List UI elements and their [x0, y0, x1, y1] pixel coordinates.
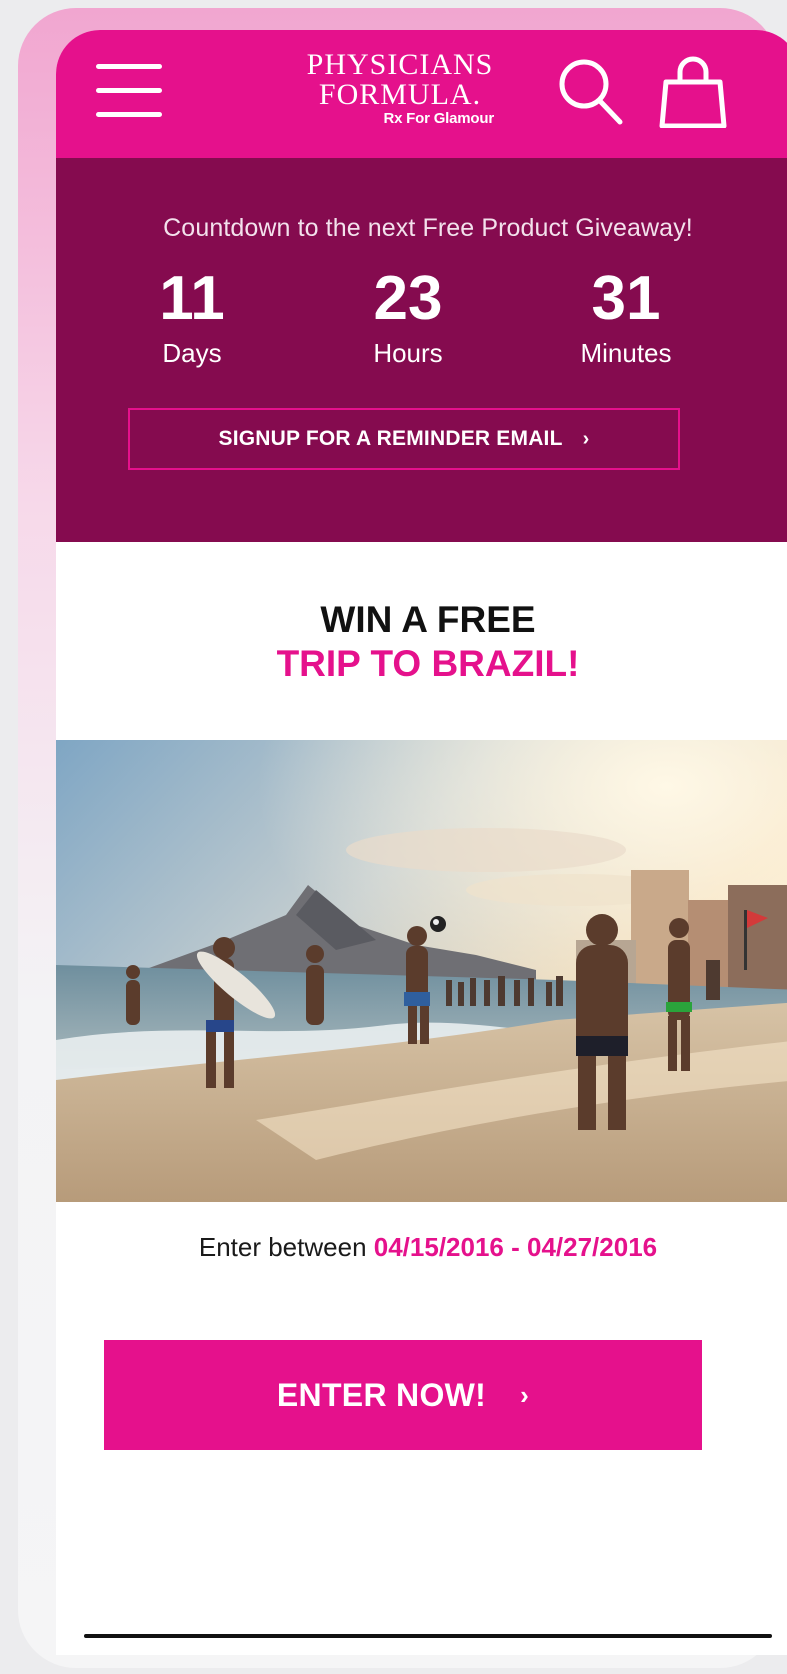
chevron-right-icon: ›	[520, 1379, 530, 1410]
promo-heading-line1: WIN A FREE	[320, 599, 536, 640]
days-value: 11	[159, 264, 225, 333]
phone-screen: PHYSICIANS FORMULA. Rx For Glamour Count…	[56, 30, 787, 1655]
entry-period-prefix: Enter between	[198, 1232, 367, 1262]
enter-now-button[interactable]: ENTER NOW! ›	[104, 1340, 702, 1450]
logo-line-formula: FORMULA.	[318, 78, 482, 111]
entry-period: Enter between 04/15/2016 - 04/27/2016	[56, 1232, 787, 1263]
countdown-days: 11 Days	[102, 264, 282, 370]
promo-heading-line2: TRIP TO BRAZIL!	[276, 643, 580, 684]
signup-reminder-label: SIGNUP FOR A REMINDER EMAIL	[218, 427, 563, 450]
brazil-beach-photo	[56, 740, 787, 1202]
chevron-right-icon: ›	[582, 427, 590, 450]
minutes-label: Minutes	[580, 338, 672, 368]
brand-logo[interactable]: PHYSICIANS FORMULA. Rx For Glamour	[300, 50, 500, 128]
days-label: Days	[162, 338, 222, 368]
countdown-title: Countdown to the next Free Product Givea…	[163, 214, 693, 242]
minutes-value: 31	[591, 264, 661, 333]
bottom-divider	[84, 1634, 772, 1638]
phone-frame: PHYSICIANS FORMULA. Rx For Glamour Count…	[18, 8, 787, 1668]
promo-heading: WIN A FREE TRIP TO BRAZIL!	[56, 598, 787, 686]
hamburger-menu-icon[interactable]	[96, 60, 162, 120]
countdown-hours: 23 Hours	[318, 264, 498, 370]
logo-tagline: Rx For Glamour	[383, 110, 494, 127]
logo-line-physicians: PHYSICIANS	[306, 48, 494, 81]
shopping-bag-icon[interactable]	[658, 52, 728, 129]
countdown-minutes: 31 Minutes	[536, 264, 716, 370]
search-icon[interactable]	[556, 56, 626, 128]
site-header: PHYSICIANS FORMULA. Rx For Glamour	[56, 30, 787, 158]
enter-now-label: ENTER NOW!	[276, 1376, 487, 1413]
hours-value: 23	[373, 264, 443, 333]
hours-label: Hours	[373, 338, 443, 368]
giveaway-countdown: Countdown to the next Free Product Givea…	[56, 158, 787, 542]
entry-period-dates: 04/15/2016 - 04/27/2016	[373, 1232, 658, 1262]
signup-reminder-button[interactable]: SIGNUP FOR A REMINDER EMAIL ›	[128, 408, 680, 470]
